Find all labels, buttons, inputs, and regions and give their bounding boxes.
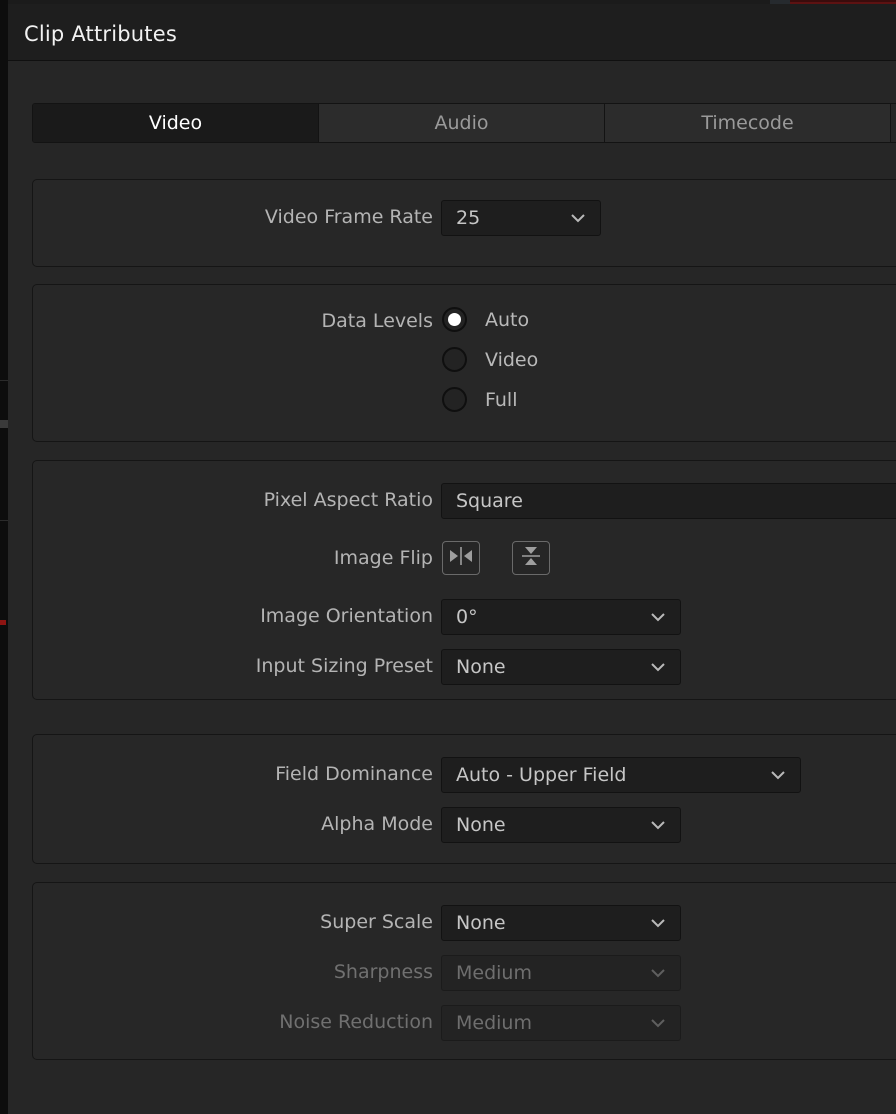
chevron-down-icon xyxy=(650,1018,666,1028)
radio-auto[interactable] xyxy=(442,307,467,332)
chevron-down-icon xyxy=(770,770,786,780)
group-scale: Super Scale None Sharpness Medium Noise … xyxy=(32,882,896,1060)
flip-vertical-button[interactable] xyxy=(512,541,550,575)
video-frame-rate-value: 25 xyxy=(456,207,481,229)
alpha-mode-value: None xyxy=(456,814,506,836)
flip-horizontal-icon xyxy=(448,546,474,570)
background-app-edge xyxy=(0,0,8,1114)
tab-audio[interactable]: Audio xyxy=(319,104,605,142)
input-sizing-preset-dropdown[interactable]: None xyxy=(441,649,681,685)
image-flip-buttons xyxy=(442,541,550,575)
tab-bar: Video Audio Timecode xyxy=(32,103,896,143)
dialog-body: Video Audio Timecode Video Frame Rate 25 xyxy=(8,62,896,1114)
group-image: Pixel Aspect Ratio Square Image Flip Ima… xyxy=(32,460,896,700)
video-frame-rate-dropdown[interactable]: 25 xyxy=(441,200,601,236)
super-scale-label: Super Scale xyxy=(320,911,433,933)
tab-timecode[interactable]: Timecode xyxy=(605,104,891,142)
clip-attributes-dialog: Clip Attributes Video Audio Timecode Vid… xyxy=(8,4,896,1114)
chevron-down-icon xyxy=(650,612,666,622)
super-scale-value: None xyxy=(456,912,506,934)
chevron-down-icon xyxy=(570,213,586,223)
background-red-marker xyxy=(0,620,6,625)
background-divider xyxy=(0,520,8,521)
sharpness-value: Medium xyxy=(456,962,532,984)
chevron-down-icon xyxy=(650,968,666,978)
input-sizing-preset-value: None xyxy=(456,656,506,678)
image-orientation-dropdown[interactable]: 0° xyxy=(441,599,681,635)
chevron-down-icon xyxy=(650,918,666,928)
chevron-down-icon xyxy=(650,820,666,830)
noise-reduction-value: Medium xyxy=(456,1012,532,1034)
radio-selected-dot xyxy=(448,313,461,326)
data-levels-label: Data Levels xyxy=(321,310,433,332)
background-divider xyxy=(0,420,8,428)
image-orientation-value: 0° xyxy=(456,606,478,628)
image-orientation-label: Image Orientation xyxy=(260,605,433,627)
noise-reduction-label: Noise Reduction xyxy=(279,1011,433,1033)
noise-reduction-dropdown: Medium xyxy=(441,1005,681,1041)
background-divider xyxy=(0,380,8,381)
dialog-titlebar: Clip Attributes xyxy=(8,4,896,61)
radio-full-label: Full xyxy=(485,388,518,411)
group-video-frame-rate: Video Frame Rate 25 xyxy=(32,179,896,267)
chevron-down-icon xyxy=(650,662,666,672)
input-sizing-preset-label: Input Sizing Preset xyxy=(255,655,433,677)
screen-root: Clip Attributes Video Audio Timecode Vid… xyxy=(0,0,896,1114)
sharpness-label: Sharpness xyxy=(333,961,433,983)
field-dominance-label: Field Dominance xyxy=(275,763,433,785)
radio-full[interactable] xyxy=(442,387,467,412)
data-levels-option-video[interactable]: Video xyxy=(442,347,538,372)
radio-video[interactable] xyxy=(442,347,467,372)
pixel-aspect-ratio-value: Square xyxy=(456,490,523,512)
image-flip-label: Image Flip xyxy=(333,547,433,569)
data-levels-option-auto[interactable]: Auto xyxy=(442,307,529,332)
alpha-mode-dropdown[interactable]: None xyxy=(441,807,681,843)
radio-auto-label: Auto xyxy=(485,308,530,331)
field-dominance-value: Auto - Upper Field xyxy=(456,764,627,786)
pixel-aspect-ratio-label: Pixel Aspect Ratio xyxy=(263,489,433,511)
tab-video[interactable]: Video xyxy=(33,104,319,142)
data-levels-option-full[interactable]: Full xyxy=(442,387,518,412)
sharpness-dropdown: Medium xyxy=(441,955,681,991)
video-frame-rate-label: Video Frame Rate xyxy=(264,206,433,228)
flip-horizontal-button[interactable] xyxy=(442,541,480,575)
field-dominance-dropdown[interactable]: Auto - Upper Field xyxy=(441,757,801,793)
super-scale-dropdown[interactable]: None xyxy=(441,905,681,941)
dialog-title: Clip Attributes xyxy=(24,22,178,46)
group-field: Field Dominance Auto - Upper Field Alpha… xyxy=(32,734,896,864)
flip-vertical-icon xyxy=(520,544,542,572)
alpha-mode-label: Alpha Mode xyxy=(321,813,433,835)
radio-video-label: Video xyxy=(485,348,539,371)
pixel-aspect-ratio-field[interactable]: Square xyxy=(441,483,896,519)
group-data-levels: Data Levels Auto Video Full xyxy=(32,284,896,442)
